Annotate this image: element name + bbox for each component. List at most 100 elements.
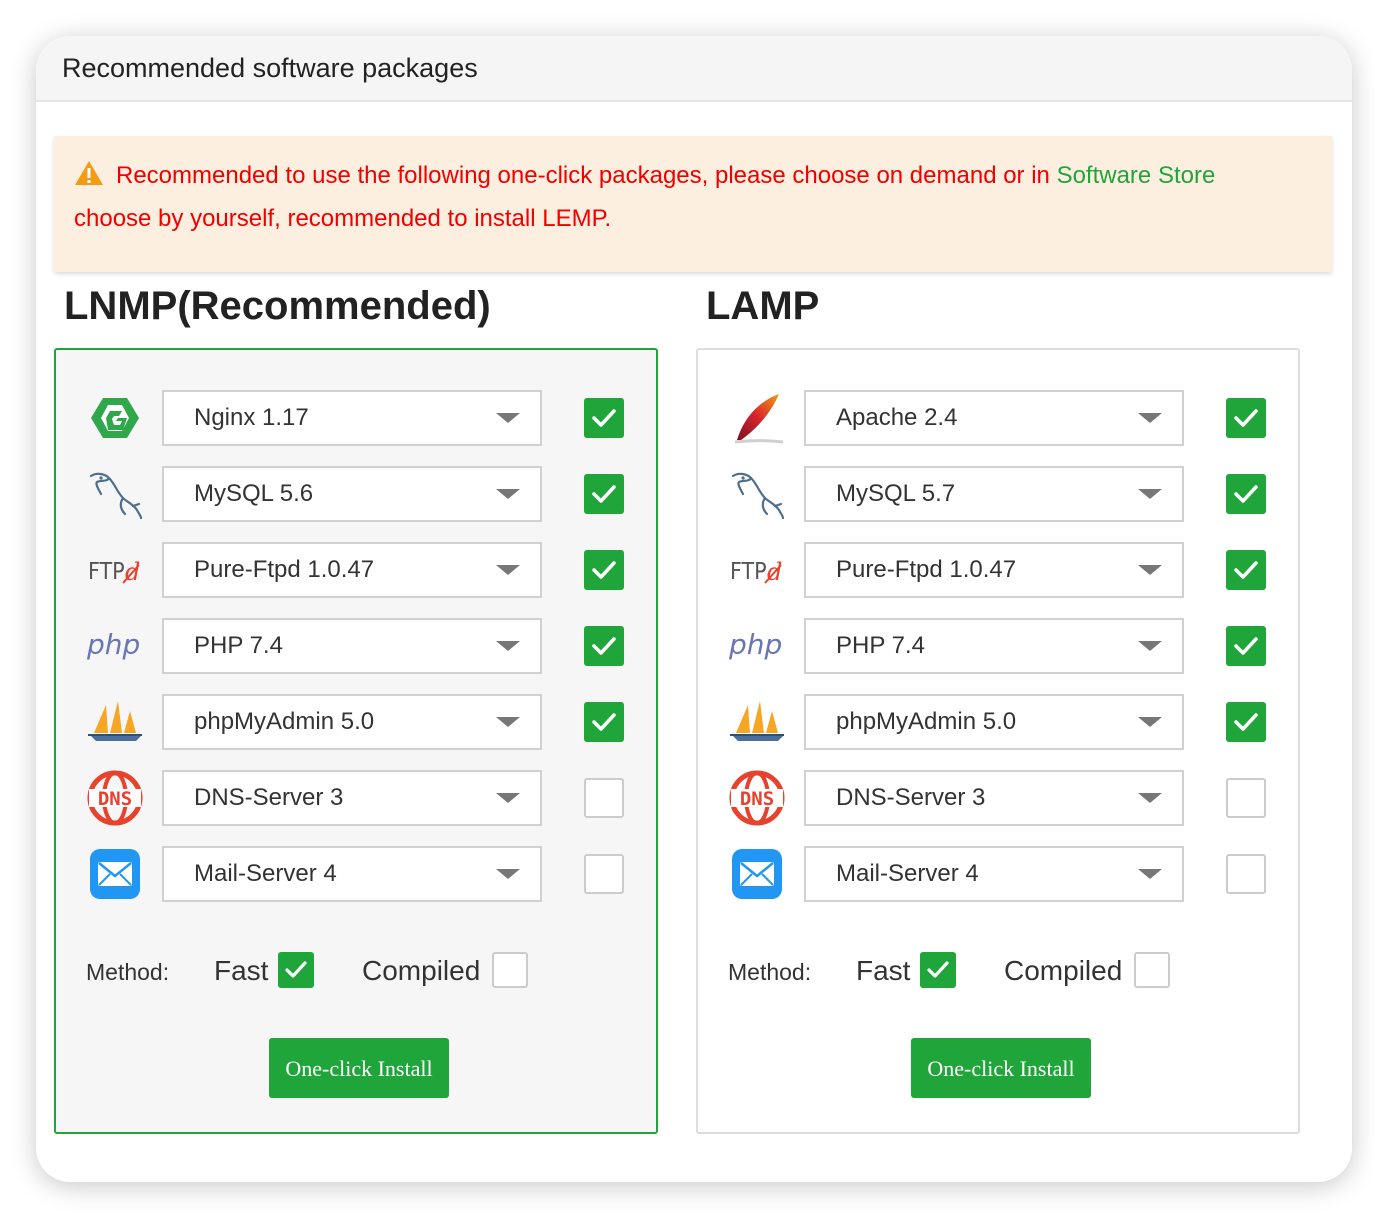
version-select[interactable]: Mail-Server 4 [804,846,1184,902]
version-select-value: Mail-Server 4 [836,860,979,887]
version-select-value: Apache 2.4 [836,404,958,431]
version-select[interactable]: PHP 7.4 [804,618,1184,674]
version-select[interactable]: MySQL 5.7 [804,466,1184,522]
version-select-value: DNS-Server 3 [836,784,986,811]
dns-icon: DNS [86,770,144,826]
install-method: Method: Fast Compiled [86,950,626,990]
version-select-value: Nginx 1.17 [194,404,309,431]
version-select[interactable]: Pure-Ftpd 1.0.47 [804,542,1184,598]
dropdown-caret-icon [496,413,520,423]
apache-icon [728,390,786,446]
version-select[interactable]: DNS-Server 3 [162,770,542,826]
package-row: MySQL 5.7 [698,466,1298,522]
version-select-value: phpMyAdmin 5.0 [836,708,1017,735]
warning-icon [74,159,104,199]
compiled-label: Compiled [1004,955,1123,986]
php-icon: php [86,618,144,674]
version-select-value: MySQL 5.7 [836,480,956,507]
dropdown-caret-icon [1138,717,1162,727]
compiled-checkbox[interactable] [492,952,528,988]
install-checkbox[interactable] [1226,398,1266,438]
dialog-header: Recommended software packages [36,36,1352,102]
mail-icon [728,846,786,902]
version-select[interactable]: MySQL 5.6 [162,466,542,522]
dropdown-caret-icon [496,489,520,499]
version-select-value: Mail-Server 4 [194,860,337,887]
install-checkbox[interactable] [584,778,624,818]
compiled-checkbox[interactable] [1134,952,1170,988]
version-select[interactable]: Pure-Ftpd 1.0.47 [162,542,542,598]
lnmp-panel: Nginx 1.17 MySQL 5.6 FTPd Pure-Ftpd 1.0.… [54,348,658,1134]
install-checkbox[interactable] [1226,702,1266,742]
fast-checkbox[interactable] [920,952,956,988]
one-click-install-button[interactable]: One-click Install [911,1038,1091,1098]
version-select-value: Pure-Ftpd 1.0.47 [836,556,1017,583]
dropdown-caret-icon [496,717,520,727]
dropdown-caret-icon [496,641,520,651]
version-select[interactable]: phpMyAdmin 5.0 [804,694,1184,750]
package-row: Nginx 1.17 [56,390,656,446]
dropdown-caret-icon [1138,641,1162,651]
dropdown-caret-icon [496,565,520,575]
package-row: Mail-Server 4 [56,846,656,902]
dropdown-caret-icon [1138,565,1162,575]
install-checkbox[interactable] [1226,474,1266,514]
package-row: Mail-Server 4 [698,846,1298,902]
mysql-icon [728,466,786,522]
version-select-value: DNS-Server 3 [194,784,344,811]
install-checkbox[interactable] [1226,854,1266,894]
svg-text:DNS: DNS [98,788,132,810]
phpmyadmin-icon [728,694,786,750]
package-row: FTPd Pure-Ftpd 1.0.47 [56,542,656,598]
install-checkbox[interactable] [1226,626,1266,666]
version-select-value: Pure-Ftpd 1.0.47 [194,556,375,583]
version-select-value: phpMyAdmin 5.0 [194,708,375,735]
svg-text:php: php [86,629,140,661]
package-row: DNS DNS-Server 3 [56,770,656,826]
version-select[interactable]: Apache 2.4 [804,390,1184,446]
version-select-value: PHP 7.4 [194,632,283,659]
install-checkbox[interactable] [1226,778,1266,818]
package-row: phpMyAdmin 5.0 [56,694,656,750]
install-checkbox[interactable] [584,398,624,438]
nginx-icon [86,390,144,446]
compiled-label: Compiled [362,955,481,986]
svg-text:FTP: FTP [730,559,767,585]
mysql-icon [86,466,144,522]
install-checkbox[interactable] [584,702,624,742]
dropdown-caret-icon [496,869,520,879]
fast-checkbox[interactable] [278,952,314,988]
package-row: phpMyAdmin 5.0 [698,694,1298,750]
mail-icon [86,846,144,902]
package-row: MySQL 5.6 [56,466,656,522]
install-checkbox[interactable] [584,854,624,894]
fast-label: Fast [856,955,911,986]
version-select[interactable]: Mail-Server 4 [162,846,542,902]
install-checkbox[interactable] [584,550,624,590]
package-row: FTPd Pure-Ftpd 1.0.47 [698,542,1298,598]
version-select[interactable]: Nginx 1.17 [162,390,542,446]
dropdown-caret-icon [1138,413,1162,423]
version-select[interactable]: phpMyAdmin 5.0 [162,694,542,750]
dropdown-caret-icon [1138,489,1162,499]
install-checkbox[interactable] [1226,550,1266,590]
install-checkbox[interactable] [584,474,624,514]
lnmp-title: LNMP(Recommended) [64,284,491,328]
version-select[interactable]: DNS-Server 3 [804,770,1184,826]
method-label: Method: [728,959,812,985]
dropdown-caret-icon [496,793,520,803]
svg-text:DNS: DNS [740,788,774,810]
one-click-install-button[interactable]: One-click Install [269,1038,449,1098]
package-row: php PHP 7.4 [56,618,656,674]
dialog-title: Recommended software packages [62,52,478,83]
version-select[interactable]: PHP 7.4 [162,618,542,674]
method-label: Method: [86,959,170,985]
svg-text:php: php [728,629,782,661]
php-icon: php [728,618,786,674]
software-store-link[interactable]: Software Store [1057,162,1216,189]
version-select-value: PHP 7.4 [836,632,925,659]
package-row: php PHP 7.4 [698,618,1298,674]
svg-text:FTP: FTP [88,559,125,585]
ftp-icon: FTPd [728,542,786,598]
install-checkbox[interactable] [584,626,624,666]
